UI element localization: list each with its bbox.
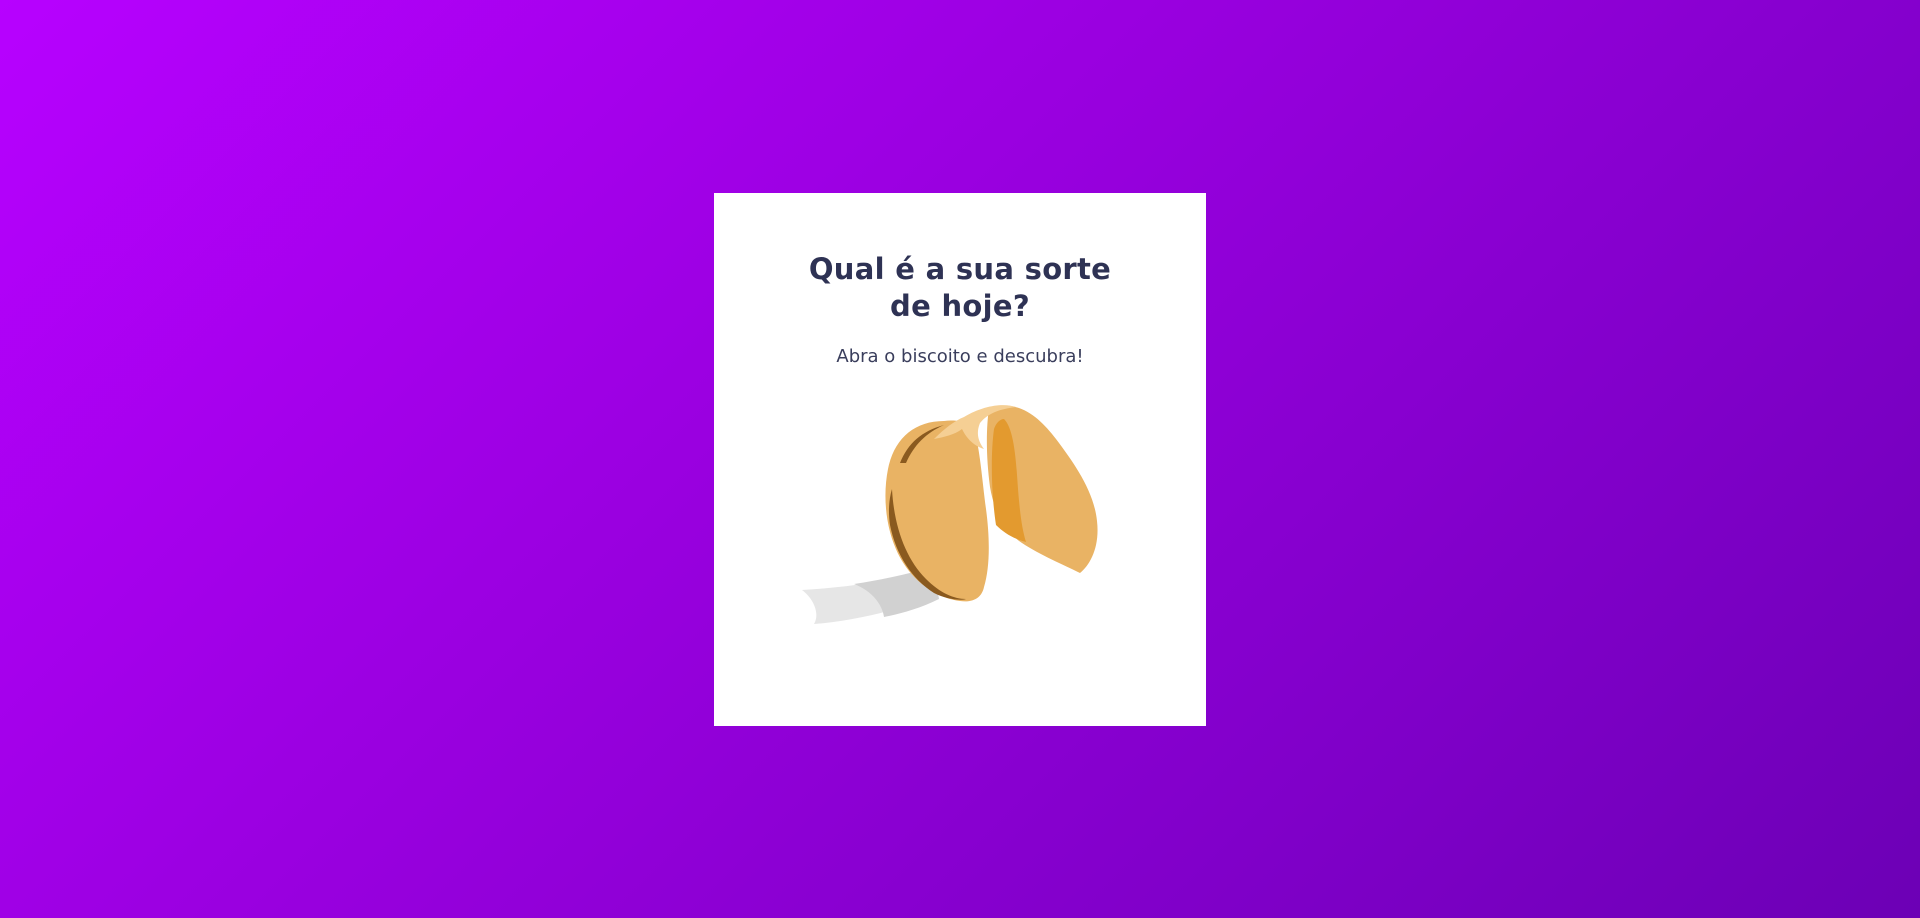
fortune-cookie-button[interactable] — [794, 399, 1114, 639]
cookie-left-half — [885, 420, 989, 602]
subtitle-text: Abra o biscoito e descubra! — [836, 346, 1084, 367]
title-line-1: Qual é a sua sorte — [808, 252, 1112, 286]
fortune-card: Qual é a sua sorte de hoje? Abra o bisco… — [714, 193, 1206, 726]
fortune-cookie-icon — [802, 405, 1098, 624]
title-line-2: de hoje? — [890, 289, 1030, 323]
page-title: Qual é a sua sorte de hoje? — [714, 251, 1206, 325]
